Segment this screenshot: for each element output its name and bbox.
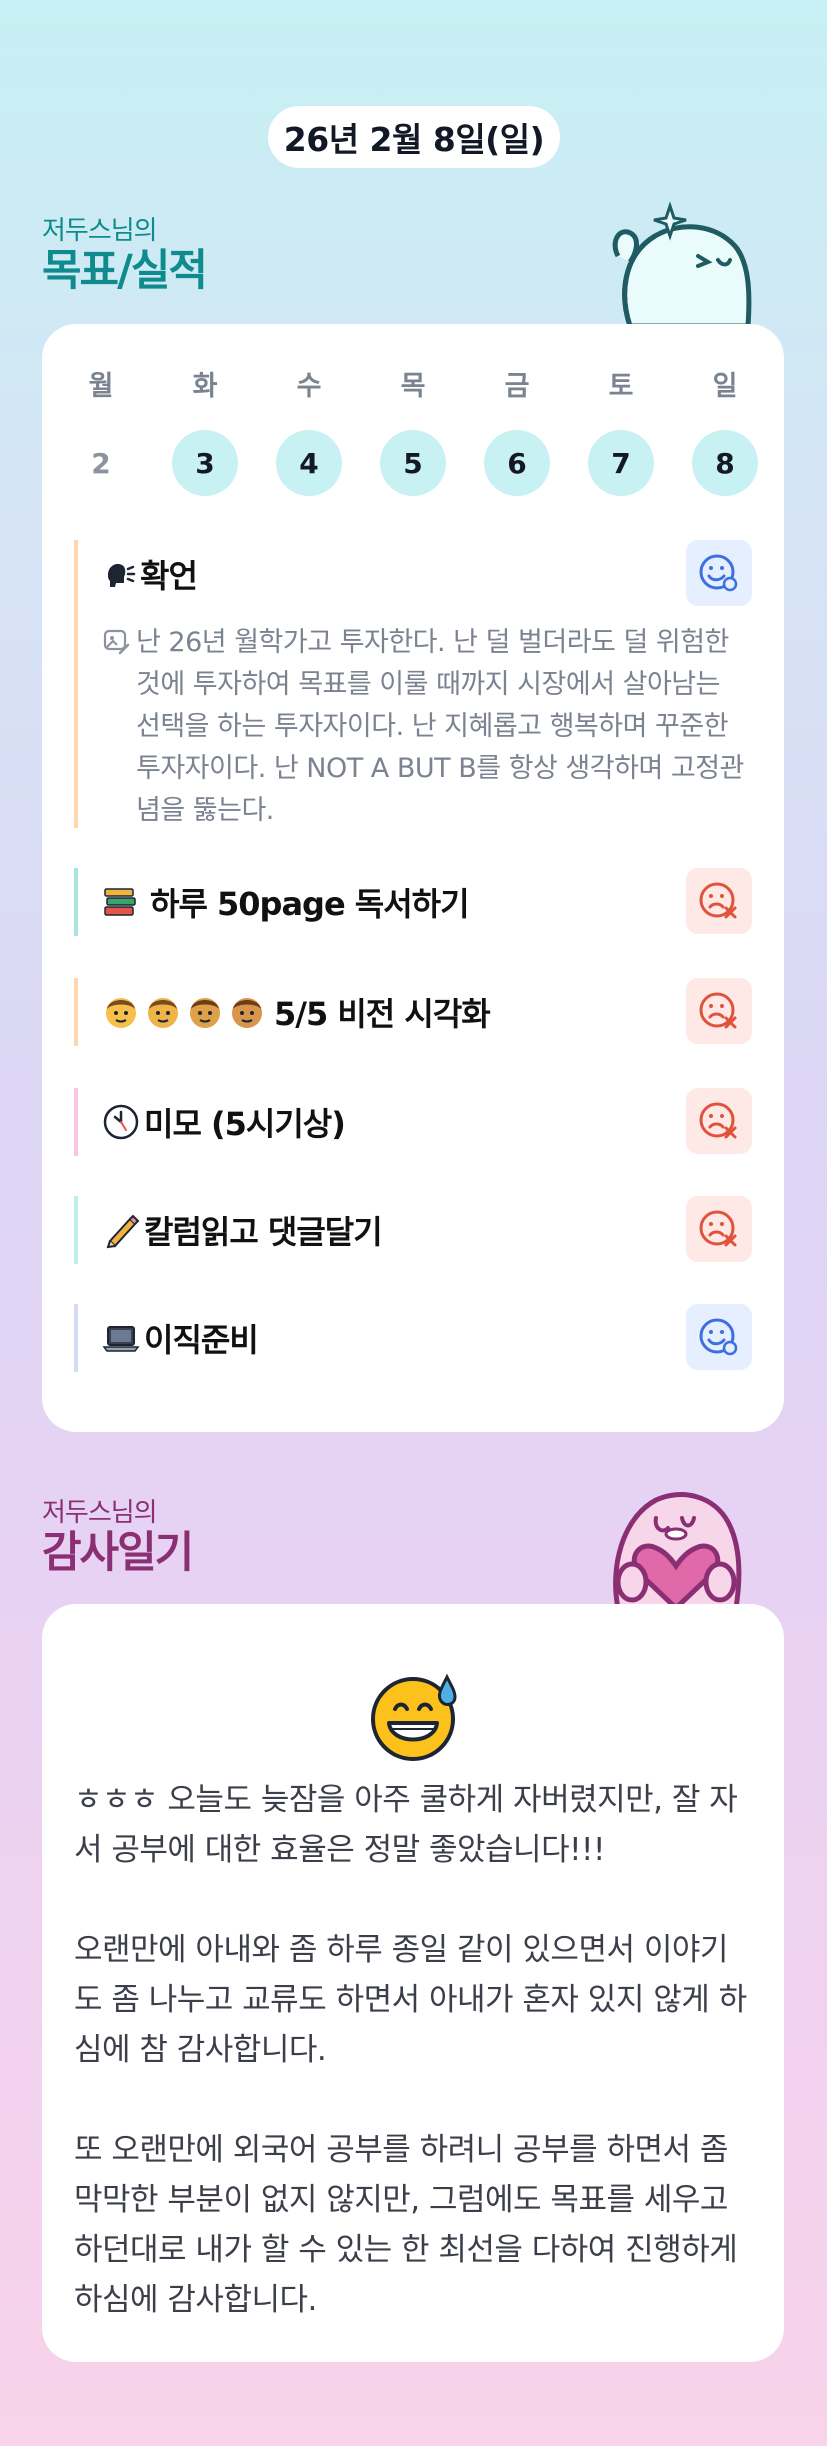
goal-item-column[interactable]: 칼럼읽고 댓글달기 (74, 1196, 752, 1264)
day-number: 4 (276, 430, 342, 496)
thanks-section-title: 감사일기 (42, 1528, 194, 1578)
sad-face-x-icon (699, 1210, 737, 1247)
day-number: 6 (484, 430, 550, 496)
day-number: 8 (692, 430, 758, 496)
sad-face-x-icon (699, 992, 737, 1029)
image-edit-icon (103, 629, 130, 655)
affirmation-item[interactable]: 확언 난 26년 월학가고 투자한다. 난 덜 벌더라도 덜 위험한 것에 투자… (74, 540, 752, 828)
boy-faces-icon (106, 998, 262, 1028)
status-achieved-button[interactable] (686, 1304, 752, 1370)
clock-icon (103, 1104, 139, 1140)
ghost-mascot-icon (612, 201, 752, 326)
day-number: 7 (588, 430, 654, 496)
status-failed-button[interactable] (686, 978, 752, 1044)
date-pill[interactable]: 26년 2월 8일(일) (268, 106, 560, 168)
status-failed-button[interactable] (686, 1196, 752, 1262)
affirmation-text: 난 26년 월학가고 투자한다. 난 덜 벌더라도 덜 위험한 것에 투자하여 … (136, 627, 744, 826)
thanks-paragraph: 또 오랜만에 외국어 공부를 하려니 공부를 하면서 좀 막막한 부분이 없지 … (74, 2132, 738, 2318)
day-mon[interactable]: 월 2 (68, 364, 134, 496)
day-number: 3 (172, 430, 238, 496)
day-wed[interactable]: 수 4 (276, 364, 342, 496)
thanks-paragraph: 오랜만에 아내와 좀 하루 종일 같이 있으면서 이야기도 좀 나누고 교류도 … (74, 1932, 747, 2068)
goal-item-vision[interactable]: 5/5 비전 시각화 (74, 978, 752, 1046)
goals-card: 월 2 화 3 수 4 목 5 금 6 토 7 일 8 확언 난 26년 월학가… (42, 324, 784, 1432)
thanks-card: ㅎㅎㅎ 오늘도 늦잠을 아주 쿨하게 자버렸지만, 잘 자서 공부에 대한 효율… (42, 1604, 784, 2362)
day-sun[interactable]: 일 8 (692, 364, 758, 496)
grinning-sweat-face-icon (371, 1673, 457, 1761)
smile-face-icon (699, 1318, 738, 1356)
goal-title: 미모 (5시기상) (144, 1105, 346, 1143)
status-achieved-button[interactable] (686, 540, 752, 606)
thanks-paragraph: ㅎㅎㅎ 오늘도 늦잠을 아주 쿨하게 자버렸지만, 잘 자서 공부에 대한 효율… (74, 1782, 738, 1868)
day-fri[interactable]: 금 6 (484, 364, 550, 496)
goal-item-reading[interactable]: 하루 50page 독서하기 (74, 868, 752, 936)
day-thu[interactable]: 목 5 (380, 364, 446, 496)
books-icon (104, 888, 136, 916)
laptop-icon (102, 1326, 140, 1352)
goal-item-wakeup[interactable]: 미모 (5시기상) (74, 1088, 752, 1156)
sad-face-x-icon (699, 882, 737, 919)
current-date: 26년 2월 8일(일) (283, 120, 545, 159)
sad-face-x-icon (699, 1102, 737, 1139)
week-calendar: 월 2 화 3 수 4 목 5 금 6 토 7 일 8 (42, 364, 784, 496)
goal-title: 5/5 비전 시각화 (274, 995, 491, 1033)
affirmation-title: 확언 (140, 557, 198, 595)
day-tue[interactable]: 화 3 (172, 364, 238, 496)
goal-title: 이직준비 (144, 1321, 259, 1359)
status-failed-button[interactable] (686, 868, 752, 934)
day-sat[interactable]: 토 7 (588, 364, 654, 496)
day-number: 5 (380, 430, 446, 496)
goals-section-title: 목표/실적 (42, 246, 208, 296)
status-failed-button[interactable] (686, 1088, 752, 1154)
speaking-head-icon (108, 564, 136, 587)
pencil-icon (106, 1214, 140, 1249)
smile-face-icon (699, 554, 738, 592)
goal-title: 칼럼읽고 댓글달기 (144, 1213, 383, 1251)
heart-mascot-icon (613, 1492, 742, 1608)
day-number: 2 (91, 446, 111, 480)
goal-item-job[interactable]: 이직준비 (74, 1304, 752, 1372)
goal-title: 하루 50page 독서하기 (150, 885, 470, 923)
